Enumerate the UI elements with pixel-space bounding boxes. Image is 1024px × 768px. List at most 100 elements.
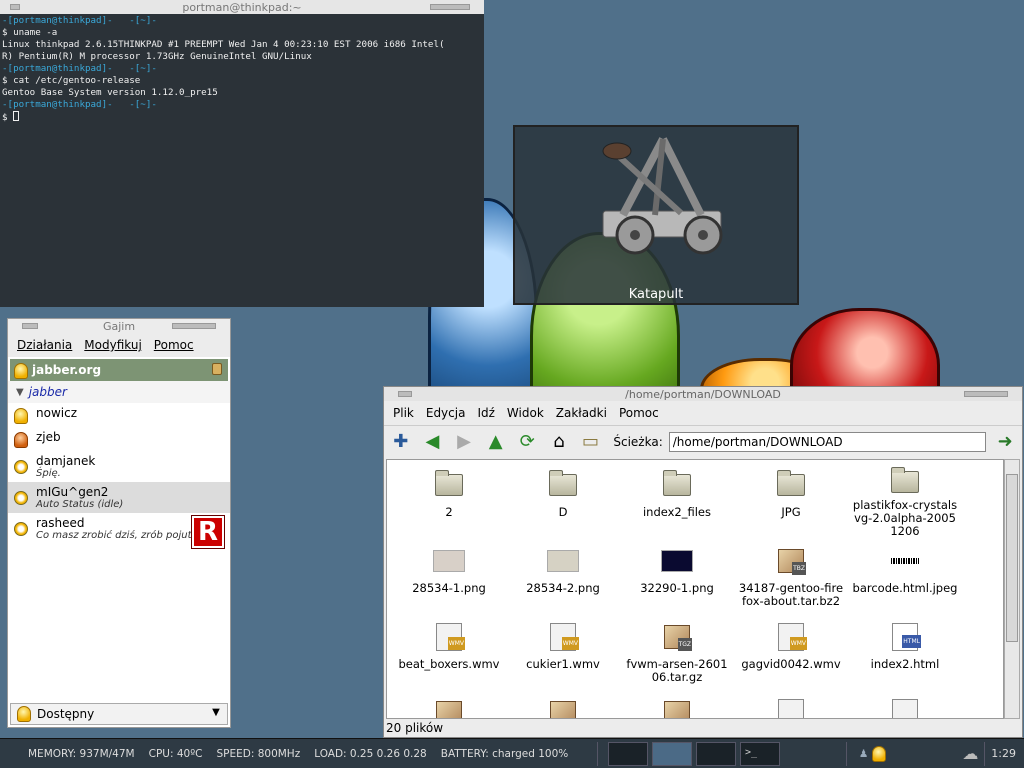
- image-thumbnail-icon: [547, 550, 579, 572]
- menu-modyfikuj[interactable]: Modyfikuj: [84, 338, 142, 352]
- file-item[interactable]: WMV cukier1.wmv: [506, 620, 620, 690]
- scrollbar-thumb[interactable]: [1006, 474, 1018, 642]
- file-name: gagvid0042.wmv: [741, 657, 841, 671]
- file-item[interactable]: WMV gagvid0042.wmv: [734, 620, 848, 690]
- chevron-down-icon[interactable]: ▼: [209, 707, 223, 721]
- system-tray: ♟ ☁: [859, 744, 978, 763]
- expander-down-icon[interactable]: ▼: [16, 387, 24, 398]
- contact-text: rasheed Co masz zrobić dziś, zrób pojutrz: [36, 516, 201, 541]
- desktop-1[interactable]: [607, 741, 648, 766]
- desktop-4-terminal[interactable]: >_: [739, 741, 780, 766]
- contact-name: rasheed: [36, 516, 85, 530]
- window-controls[interactable]: [964, 391, 1008, 397]
- contact-row[interactable]: damjanek Śpię.: [8, 451, 230, 482]
- fm-toolbar: ✚ ◀ ▶ ▲ ⟳ ⌂ ▭ Ścieżka: ➜: [384, 425, 1022, 457]
- window-controls[interactable]: [430, 4, 470, 10]
- file-name: 32290-1.png: [640, 581, 714, 595]
- file-icon-wrap: TBZ: [778, 544, 806, 578]
- home-icon[interactable]: ⌂: [546, 430, 572, 454]
- window-menu-button[interactable]: [22, 323, 38, 329]
- file-item[interactable]: TBZ 34187-gentoo-firefox-about.tar.bz2: [734, 544, 848, 614]
- file-item[interactable]: barcode.html.jpeg: [848, 544, 962, 614]
- file-item[interactable]: JPG: [734, 468, 848, 538]
- terminal-output[interactable]: -[portman@thinkpad]- -[~]- $ uname -a Linu…: [0, 14, 484, 125]
- file-item[interactable]: 28534-1.png: [392, 544, 506, 614]
- file-view[interactable]: 2 Dindex2_files JPG plastikfox-crystalsvg-2…: [386, 459, 1004, 719]
- menu-plik[interactable]: Plik: [393, 406, 414, 420]
- forward-arrow-icon[interactable]: ▶: [451, 430, 477, 454]
- group-row[interactable]: ▼ jabber: [8, 381, 230, 403]
- menu-edycja[interactable]: Edycja: [426, 406, 466, 420]
- fm-titlebar[interactable]: /home/portman/DOWNLOAD: [384, 387, 1022, 401]
- back-arrow-icon[interactable]: ◀: [420, 430, 446, 454]
- katapult-launcher[interactable]: Katapult: [513, 125, 799, 305]
- account-row[interactable]: jabber.org: [10, 359, 228, 381]
- contact-text: nowicz: [36, 406, 77, 420]
- contact-row[interactable]: mIGu^gen2 Auto Status (idle): [8, 482, 230, 513]
- contact-row[interactable]: zjeb: [8, 427, 230, 451]
- file-manager-window[interactable]: /home/portman/DOWNLOAD Plik Edycja Idź W…: [383, 386, 1023, 738]
- file-item[interactable]: [392, 696, 506, 718]
- bottom-panel: MEMORY: 937M/47M CPU: 40ºC SPEED: 800MHz…: [0, 738, 1024, 768]
- gajim-titlebar[interactable]: Gajim: [8, 319, 230, 333]
- file-name: index2_files: [642, 505, 712, 519]
- file-item[interactable]: D: [506, 468, 620, 538]
- file-type-badge: HTML: [902, 635, 921, 648]
- file-icon-wrap: [778, 696, 804, 718]
- file-item[interactable]: [848, 696, 962, 718]
- clock[interactable]: 1:29: [991, 747, 1016, 760]
- file-item[interactable]: 2: [392, 468, 506, 538]
- gajim-tray-bulb-icon[interactable]: [872, 745, 887, 762]
- file-icon-wrap: [436, 696, 462, 718]
- user-icon[interactable]: ♟: [859, 748, 868, 760]
- new-tab-plus-icon[interactable]: ✚: [388, 430, 414, 454]
- presence-selector[interactable]: Dostępny ▼: [10, 703, 228, 725]
- contact-row[interactable]: rasheed Co masz zrobić dziś, zrób pojutrz…: [8, 513, 230, 549]
- file-item[interactable]: index2_files: [620, 468, 734, 538]
- gajim-window[interactable]: Gajim Działania Modyfikuj Pomoc jabber.o…: [7, 318, 231, 728]
- file-item[interactable]: 28534-2.png: [506, 544, 620, 614]
- terminal-titlebar[interactable]: portman@thinkpad:~: [0, 0, 484, 14]
- file-item[interactable]: [734, 696, 848, 718]
- window-menu-button[interactable]: [10, 4, 20, 10]
- file-name: 28534-1.png: [412, 581, 486, 595]
- file-item[interactable]: plastikfox-crystalsvg-2.0alpha-20051206: [848, 466, 962, 538]
- path-label: Ścieżka:: [613, 434, 663, 449]
- contact-name: nowicz: [36, 406, 77, 420]
- menu-pomoc[interactable]: Pomoc: [619, 406, 659, 420]
- file-item[interactable]: 32290-1.png: [620, 544, 734, 614]
- file-item[interactable]: TGZ fvwm-arsen-260106.tar.gz: [620, 620, 734, 690]
- archive-icon: [550, 701, 576, 718]
- up-arrow-icon[interactable]: ▲: [483, 430, 509, 454]
- file-item[interactable]: [506, 696, 620, 718]
- vertical-scrollbar[interactable]: [1004, 459, 1020, 719]
- menu-widok[interactable]: Widok: [507, 406, 544, 420]
- file-item[interactable]: HTML index2.html: [848, 620, 962, 690]
- fm-status-text: 20 plików: [386, 721, 444, 735]
- desktop-2[interactable]: [651, 741, 692, 766]
- folder-open-icon[interactable]: ▭: [578, 430, 604, 454]
- archive-icon: TGZ: [664, 625, 692, 651]
- katapult-label: Katapult: [628, 287, 684, 302]
- menu-idz[interactable]: Idź: [477, 406, 494, 420]
- path-input[interactable]: [668, 431, 987, 452]
- folder-icon: [663, 470, 691, 496]
- menu-dzialania[interactable]: Działania: [17, 338, 72, 352]
- terminal-window[interactable]: portman@thinkpad:~ -[portman@thinkpad]- …: [0, 0, 484, 307]
- terminal-line-prompt: -[portman@thinkpad]- -[~]-: [2, 99, 157, 110]
- terminal-cursor: [13, 111, 20, 121]
- menu-pomoc[interactable]: Pomoc: [154, 338, 194, 352]
- window-controls[interactable]: [172, 323, 216, 329]
- archive-icon: [436, 701, 462, 718]
- reload-icon[interactable]: ⟳: [515, 430, 541, 454]
- desktop-3[interactable]: [695, 741, 736, 766]
- window-menu-button[interactable]: [398, 391, 412, 397]
- file-item[interactable]: [620, 696, 734, 718]
- terminal-line-out: Gentoo Base System version 1.12.0_pre15: [2, 87, 218, 98]
- contact-row[interactable]: nowicz: [8, 403, 230, 427]
- go-arrow-icon[interactable]: ➜: [992, 430, 1018, 454]
- menu-zakladki[interactable]: Zakładki: [556, 406, 607, 420]
- avatar: R: [191, 515, 225, 549]
- weather-cloud-icon[interactable]: ☁: [962, 744, 978, 763]
- file-item[interactable]: WMV beat_boxers.wmv: [392, 620, 506, 690]
